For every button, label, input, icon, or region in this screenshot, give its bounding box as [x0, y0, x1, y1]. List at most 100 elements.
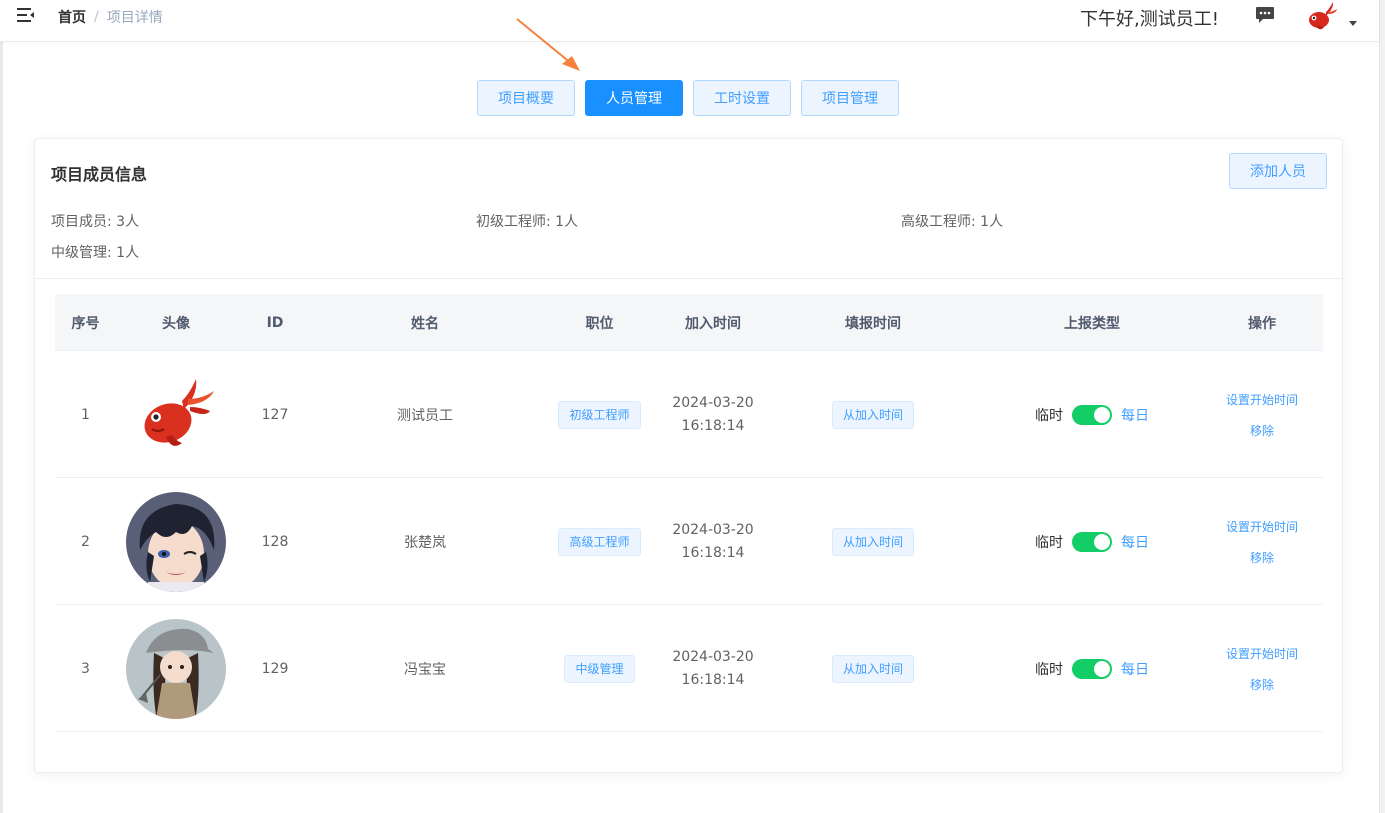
- row-report-time-cell: 从加入时间: [763, 478, 983, 605]
- switch-label-daily[interactable]: 每日: [1121, 405, 1149, 425]
- position-tag: 中级管理: [564, 654, 635, 683]
- switch-label-temporary[interactable]: 临时: [1035, 405, 1063, 425]
- toggle-knob: [1094, 533, 1110, 550]
- switch-label-daily[interactable]: 每日: [1121, 659, 1149, 679]
- row-join-time: 2024-03-20 16:18:14: [663, 605, 763, 732]
- greeting-text: 下午好,测试员工!: [1080, 9, 1219, 30]
- row-avatar-cell: [116, 605, 236, 732]
- table-header: 序号 头像 ID 姓名 职位 加入时间 填报时间 上报类型 操作: [55, 294, 1323, 351]
- left-edge: [0, 0, 3, 813]
- row-actions: 设置开始时间 移除: [1201, 351, 1323, 478]
- header-name: 姓名: [411, 315, 439, 332]
- row-position-cell: 中级管理: [536, 605, 663, 732]
- set-start-time-link[interactable]: 设置开始时间: [1226, 645, 1298, 662]
- header-index: 序号: [71, 315, 100, 332]
- card-title: 项目成员信息: [51, 165, 148, 184]
- row-report-time-cell: 从加入时间: [763, 351, 983, 478]
- report-type-switch-group: 临时 每日: [1035, 531, 1149, 552]
- report-type-toggle[interactable]: [1072, 658, 1112, 679]
- scrollbar[interactable]: [1379, 0, 1385, 813]
- report-time-tag: 从加入时间: [831, 654, 914, 683]
- remove-link[interactable]: 移除: [1250, 549, 1274, 566]
- table-row: 1 127 测试员工 初级工程师 2024-03-20 16:18:14 从加入…: [55, 351, 1323, 478]
- tab-hours-settings[interactable]: 工时设置: [693, 80, 791, 116]
- row-join-time: 2024-03-20 16:18:14: [663, 478, 763, 605]
- switch-label-temporary[interactable]: 临时: [1035, 659, 1063, 679]
- set-start-time-link[interactable]: 设置开始时间: [1226, 391, 1298, 408]
- stat-senior-engineer: 高级工程师: 1人: [901, 214, 1004, 230]
- row-report-type-cell: 临时 每日: [983, 351, 1201, 478]
- join-date: 2024-03-20: [672, 521, 754, 538]
- user-avatar[interactable]: [1304, 0, 1338, 34]
- row-actions: 设置开始时间 移除: [1201, 478, 1323, 605]
- switch-label-temporary[interactable]: 临时: [1035, 532, 1063, 552]
- header-join-time: 加入时间: [685, 315, 741, 332]
- koi-fish-avatar: [126, 364, 226, 465]
- position-tag: 高级工程师: [558, 527, 641, 556]
- row-name: 冯宝宝: [404, 661, 446, 678]
- arrow-annotation: [516, 18, 580, 71]
- row-report-type-cell: 临时 每日: [983, 478, 1201, 605]
- members-table: 序号 头像 ID 姓名 职位 加入时间 填报时间 上报类型 操作 1 127 测…: [55, 294, 1323, 732]
- tab-project-overview[interactable]: 项目概要: [477, 80, 575, 116]
- join-date: 2024-03-20: [672, 648, 754, 665]
- report-time-tag: 从加入时间: [831, 527, 914, 556]
- row-report-time-cell: 从加入时间: [763, 605, 983, 732]
- header-avatar: 头像: [162, 315, 190, 332]
- stat-members: 项目成员: 3人: [51, 214, 140, 230]
- header-report-time: 填报时间: [845, 315, 901, 332]
- breadcrumb-separator: /: [94, 9, 99, 25]
- switch-label-daily[interactable]: 每日: [1121, 532, 1149, 552]
- row-position-cell: 初级工程师: [536, 351, 663, 478]
- row-id: 129: [261, 660, 289, 677]
- card-divider: [35, 278, 1342, 279]
- hamburger-icon[interactable]: [16, 6, 36, 24]
- row-actions: 设置开始时间 移除: [1201, 605, 1323, 732]
- toggle-knob: [1094, 660, 1110, 677]
- row-name: 张楚岚: [404, 534, 446, 551]
- row-position-cell: 高级工程师: [536, 478, 663, 605]
- row-avatar-cell: [116, 351, 236, 478]
- header-actions: 操作: [1248, 315, 1276, 332]
- stat-junior-engineer: 初级工程师: 1人: [476, 214, 579, 230]
- report-time-tag: 从加入时间: [831, 400, 914, 429]
- anime-girl-avatar: [126, 618, 226, 719]
- breadcrumb: 首页 / 项目详情: [58, 7, 163, 27]
- top-navbar: 首页 / 项目详情 下午好,测试员工!: [0, 0, 1379, 42]
- header-report-type: 上报类型: [1064, 315, 1120, 332]
- header-id: ID: [266, 314, 284, 331]
- table-row: 2 128 张楚岚 高级工程师 2024-03-20 16:18:14 从加入时…: [55, 478, 1323, 605]
- remove-link[interactable]: 移除: [1250, 422, 1274, 439]
- anime-boy-avatar: [126, 491, 226, 592]
- tab-personnel-management[interactable]: 人员管理: [585, 80, 683, 116]
- row-join-time: 2024-03-20 16:18:14: [663, 351, 763, 478]
- join-clock: 16:18:14: [681, 544, 745, 561]
- stat-middle-management: 中级管理: 1人: [51, 245, 140, 261]
- report-type-toggle[interactable]: [1072, 404, 1112, 425]
- join-date: 2024-03-20: [672, 394, 754, 411]
- breadcrumb-home[interactable]: 首页: [58, 7, 86, 27]
- row-report-type-cell: 临时 每日: [983, 605, 1201, 732]
- report-type-switch-group: 临时 每日: [1035, 658, 1149, 679]
- caret-down-icon[interactable]: [1349, 21, 1357, 26]
- add-member-button[interactable]: 添加人员: [1229, 153, 1327, 189]
- members-card: 项目成员信息 添加人员 项目成员: 3人 初级工程师: 1人 高级工程师: 1人…: [34, 138, 1343, 773]
- join-clock: 16:18:14: [681, 417, 745, 434]
- row-id: 127: [261, 406, 289, 423]
- tab-project-management[interactable]: 项目管理: [801, 80, 899, 116]
- tab-bar: 项目概要 人员管理 工时设置 项目管理: [477, 80, 899, 116]
- message-icon[interactable]: [1254, 5, 1276, 25]
- table-row: 3 129 冯宝宝 中级管理 2024-03-20 16:18:14 从加入时间…: [55, 605, 1323, 732]
- report-type-toggle[interactable]: [1072, 531, 1112, 552]
- set-start-time-link[interactable]: 设置开始时间: [1226, 518, 1298, 535]
- position-tag: 初级工程师: [558, 400, 641, 429]
- join-clock: 16:18:14: [681, 671, 745, 688]
- row-index: 3: [81, 660, 90, 677]
- breadcrumb-current: 项目详情: [106, 10, 163, 26]
- row-index: 1: [81, 406, 90, 423]
- row-index: 2: [81, 533, 90, 550]
- row-id: 128: [261, 533, 289, 550]
- remove-link[interactable]: 移除: [1250, 676, 1274, 693]
- header-position: 职位: [585, 315, 614, 332]
- row-name: 测试员工: [397, 407, 453, 424]
